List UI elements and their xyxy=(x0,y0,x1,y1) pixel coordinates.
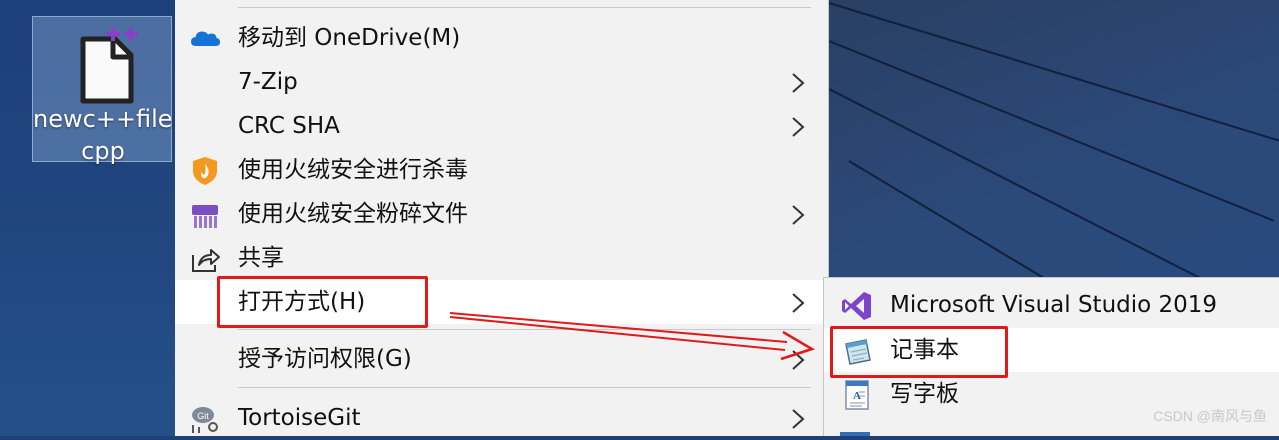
watermark: CSDN @南风与鱼 xyxy=(1153,408,1267,424)
annotation-arrow xyxy=(449,312,816,361)
